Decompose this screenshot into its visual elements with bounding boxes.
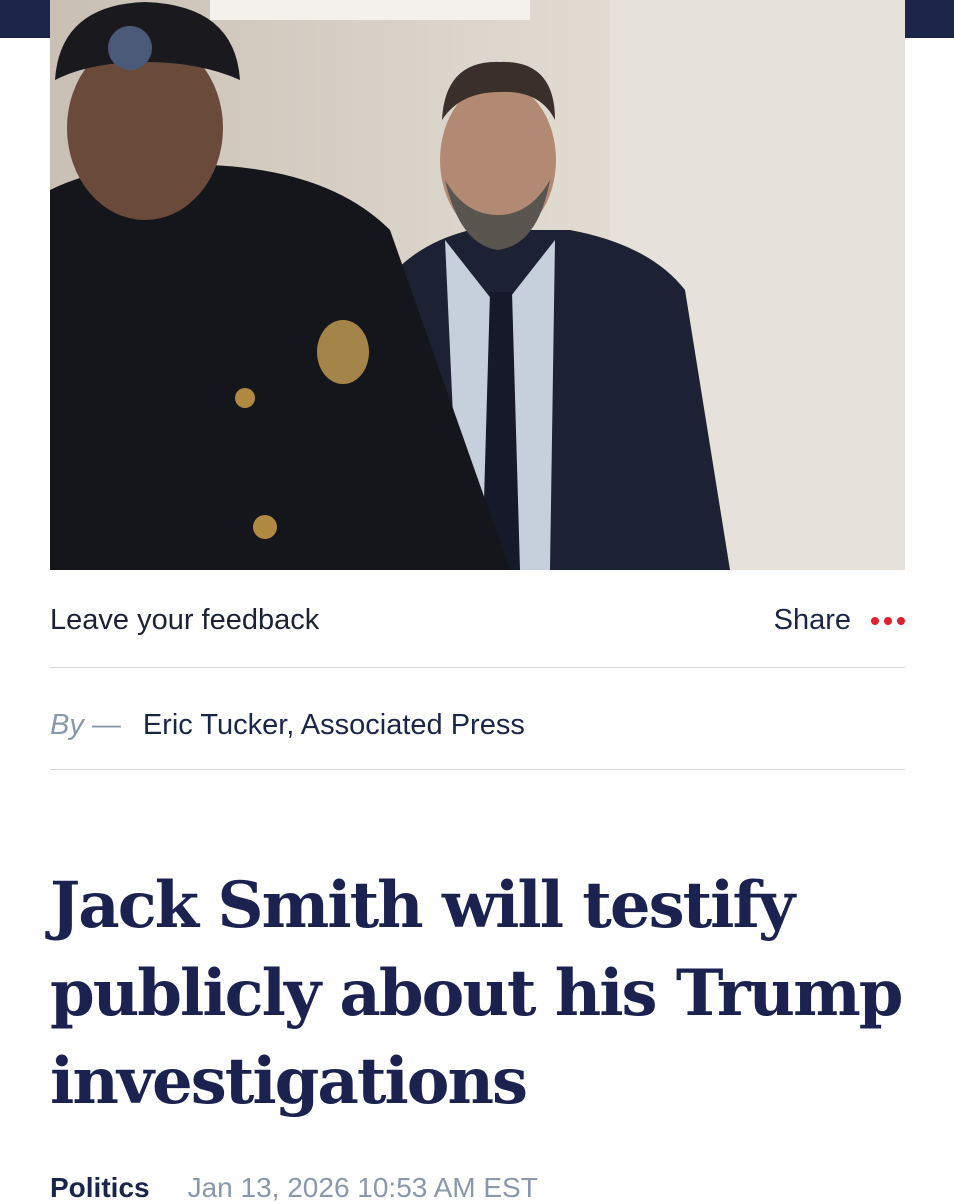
share-button[interactable]: Share	[774, 604, 905, 637]
article-headline: Jack Smith will testify publicly about h…	[50, 868, 904, 1119]
article-meta: Politics Jan 13, 2026 10:53 AM EST	[50, 1172, 538, 1204]
divider	[50, 667, 905, 668]
byline-prefix: By	[50, 708, 84, 741]
byline: By — Eric Tucker, Associated Press	[50, 700, 525, 750]
leave-feedback-link[interactable]: Leave your feedback	[50, 604, 319, 637]
feedback-share-row: Leave your feedback Share	[50, 596, 905, 646]
category-link[interactable]: Politics	[50, 1172, 150, 1204]
share-label[interactable]: Share	[774, 604, 851, 637]
article-hero-image	[50, 0, 905, 570]
more-dots-icon[interactable]	[871, 616, 905, 625]
byline-dash: —	[91, 708, 121, 741]
divider	[50, 769, 905, 770]
author-link[interactable]: Eric Tucker, Associated Press	[143, 709, 525, 742]
publish-date: Jan 13, 2026 10:53 AM EST	[187, 1172, 538, 1203]
